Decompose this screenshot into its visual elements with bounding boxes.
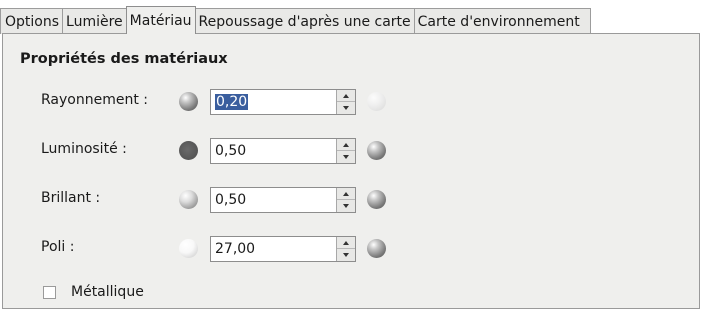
arrow-down-icon	[343, 106, 349, 110]
tab-bar: Options Lumière Matériau Repoussage d'ap…	[0, 6, 706, 34]
rayonnement-label: Rayonnement :	[41, 92, 148, 108]
sphere-preview-high-icon	[367, 239, 386, 258]
arrow-up-icon	[343, 142, 349, 147]
luminosite-input[interactable]: 0,50	[211, 139, 335, 163]
arrow-down-icon	[343, 155, 349, 159]
sphere-preview-low-icon	[179, 239, 198, 258]
tab-carte-environnement[interactable]: Carte d'environnement	[413, 8, 591, 34]
arrow-down-icon	[343, 253, 349, 257]
metallique-checkbox[interactable]	[43, 286, 56, 299]
luminosite-row: Luminosité : 0,50	[3, 135, 701, 165]
tab-lumiere[interactable]: Lumière	[62, 8, 127, 34]
rayonnement-increment-button[interactable]	[337, 90, 355, 102]
brillant-input[interactable]: 0,50	[211, 188, 335, 212]
luminosite-increment-button[interactable]	[337, 139, 355, 151]
materiau-panel: Propriétés des matériaux Rayonnement : 0…	[2, 33, 700, 309]
sphere-preview-high-icon	[367, 190, 386, 209]
metallique-label: Métallique	[71, 284, 144, 300]
poli-row: Poli : 27,00	[3, 233, 701, 263]
luminosite-label: Luminosité :	[41, 141, 127, 157]
brillant-spinbox[interactable]: 0,50	[210, 187, 356, 213]
brillant-label: Brillant :	[41, 190, 101, 206]
rayonnement-input[interactable]: 0,20	[211, 90, 335, 114]
luminosite-spinbox[interactable]: 0,50	[210, 138, 356, 164]
sphere-preview-low-icon	[179, 141, 198, 160]
luminosite-decrement-button[interactable]	[337, 151, 355, 163]
tab-materiau[interactable]: Matériau	[125, 6, 196, 34]
sphere-preview-high-icon	[367, 141, 386, 160]
poli-input[interactable]: 27,00	[211, 237, 335, 261]
poli-spinbox[interactable]: 27,00	[210, 236, 356, 262]
tab-options[interactable]: Options	[0, 8, 64, 34]
brillant-increment-button[interactable]	[337, 188, 355, 200]
rayonnement-decrement-button[interactable]	[337, 102, 355, 114]
poli-increment-button[interactable]	[337, 237, 355, 249]
arrow-up-icon	[343, 191, 349, 196]
sphere-preview-low-icon	[179, 92, 198, 111]
sphere-preview-high-icon	[367, 92, 386, 111]
sphere-preview-low-icon	[179, 190, 198, 209]
rayonnement-spinbox[interactable]: 0,20	[210, 89, 356, 115]
arrow-up-icon	[343, 93, 349, 98]
poli-label: Poli :	[41, 239, 75, 255]
section-title: Propriétés des matériaux	[20, 51, 228, 67]
poli-decrement-button[interactable]	[337, 249, 355, 261]
rayonnement-row: Rayonnement : 0,20	[3, 86, 701, 116]
brillant-row: Brillant : 0,50	[3, 184, 701, 214]
tab-repoussage[interactable]: Repoussage d'après une carte	[194, 8, 415, 34]
arrow-up-icon	[343, 240, 349, 245]
brillant-decrement-button[interactable]	[337, 200, 355, 212]
arrow-down-icon	[343, 204, 349, 208]
